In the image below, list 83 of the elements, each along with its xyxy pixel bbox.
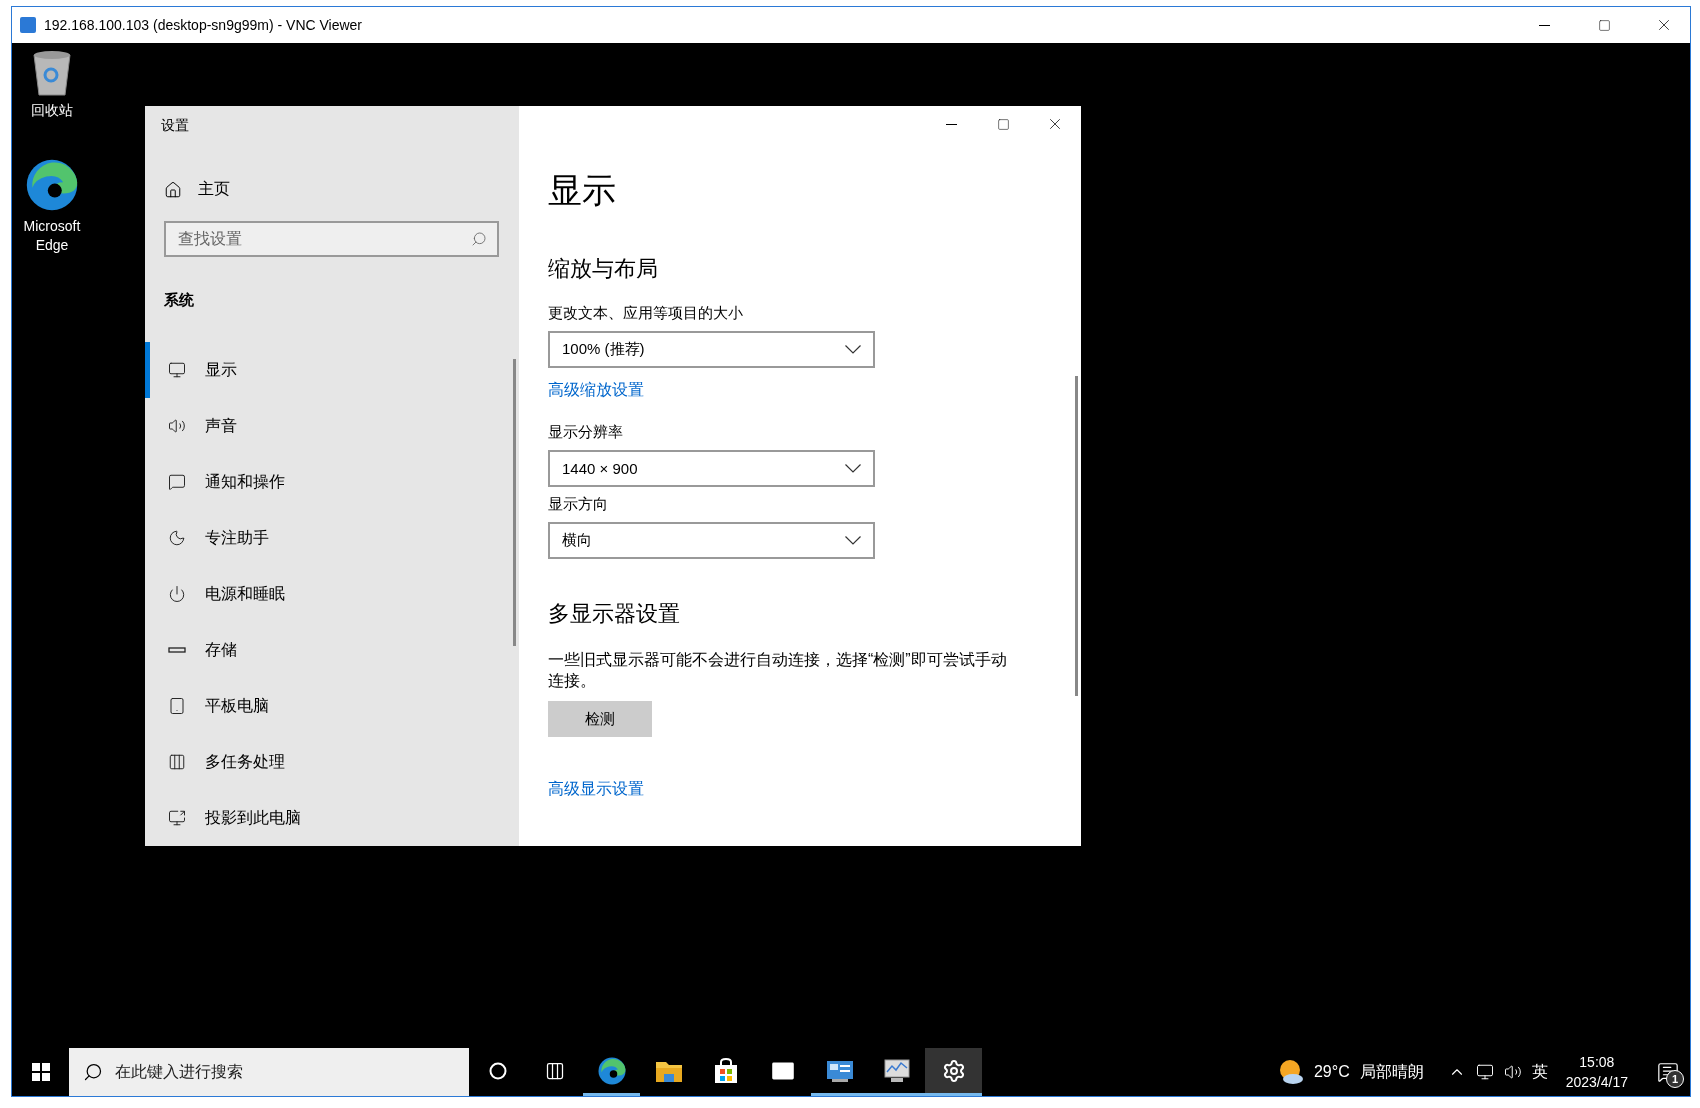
scrollbar[interactable] xyxy=(1075,376,1078,696)
viewer-logo-icon xyxy=(20,17,36,33)
nav-label: 电源和睡眠 xyxy=(205,583,285,604)
notification-badge: 1 xyxy=(1666,1070,1684,1088)
taskbar-search-field[interactable]: 在此键入进行搜索 xyxy=(69,1048,469,1096)
dropdown[interactable]: 横向 xyxy=(548,522,875,559)
speaker-icon xyxy=(168,417,186,435)
maximize-icon xyxy=(996,117,1010,131)
shopping-bag-icon xyxy=(712,1057,739,1084)
panels-icon xyxy=(168,753,186,771)
power-icon xyxy=(168,585,186,603)
nav-label: 专注助手 xyxy=(205,527,269,548)
search-icon xyxy=(471,231,487,247)
section-heading: 多显示器设置 xyxy=(548,600,681,628)
weather-temperature[interactable]: 29°C xyxy=(1313,1063,1350,1081)
control-panel-icon xyxy=(825,1058,854,1083)
tablet-icon xyxy=(168,697,186,715)
windows-logo-icon xyxy=(31,1063,50,1081)
clock-time: 15:08 xyxy=(1579,1053,1615,1072)
field-label: 更改文本、应用等项目的大小 xyxy=(548,304,744,323)
nav-label: 投影到此电脑 xyxy=(205,807,301,828)
section-heading: 缩放与布局 xyxy=(548,255,659,283)
nav-item[interactable]: 投影到此电脑 xyxy=(145,790,519,846)
nav-item[interactable]: 存储 xyxy=(145,622,519,678)
field-label: 显示方向 xyxy=(548,495,609,514)
nav-item[interactable]: 通知和操作 xyxy=(145,454,519,510)
home-icon xyxy=(164,180,182,199)
home-label: 主页 xyxy=(198,179,230,199)
scrollbar[interactable] xyxy=(513,359,516,646)
section-heading: 系统 xyxy=(164,291,195,310)
desktop-icon-label[interactable]: Microsoft Edge xyxy=(14,217,90,255)
search-field[interactable]: 查找设置 xyxy=(164,221,499,257)
settings-link[interactable]: 高级缩放设置 xyxy=(548,380,644,401)
page-title: 显示 xyxy=(548,170,617,211)
sun-cloud-icon xyxy=(1277,1059,1304,1085)
window-title: 192.168.100.103 (desktop-sn9g99m) - VNC Viewer xyxy=(44,17,364,33)
screen-share-icon xyxy=(168,809,186,827)
nav-label: 平板电脑 xyxy=(205,695,269,716)
settings-title: 设置 xyxy=(161,117,190,135)
taskbar-app-button[interactable] xyxy=(925,1048,982,1096)
chevron-icon xyxy=(845,464,861,473)
input-method-indicator[interactable]: 英 xyxy=(1531,1061,1548,1083)
network-icon[interactable] xyxy=(1475,1063,1494,1081)
nav-item[interactable]: 平板电脑 xyxy=(145,678,519,734)
nav-label: 存储 xyxy=(205,639,237,660)
desktop-icon-label[interactable]: 回收站 xyxy=(14,101,90,120)
chevron-icon xyxy=(845,536,861,545)
gear-icon xyxy=(941,1058,966,1083)
description-text: 一些旧式显示器可能不会进行自动连接，选择“检测”即可尝试手动连接。 xyxy=(548,650,1008,691)
message-icon xyxy=(1657,1061,1679,1083)
nav-label: 多任务处理 xyxy=(205,751,285,772)
field-label: 显示分辨率 xyxy=(548,423,624,442)
nav-label: 声音 xyxy=(205,415,237,436)
dropdown[interactable]: 100% (推荐) xyxy=(548,331,875,368)
maximize-icon xyxy=(1597,18,1611,32)
nav-label: 通知和操作 xyxy=(205,471,285,492)
settings-link[interactable]: 高级显示设置 xyxy=(548,779,644,800)
edge-logo-icon xyxy=(596,1055,627,1086)
search-icon xyxy=(83,1062,103,1082)
minimize-icon xyxy=(1538,24,1550,26)
nav-item[interactable]: 专注助手 xyxy=(145,510,519,566)
nav-item[interactable]: 声音 xyxy=(145,398,519,454)
performance-monitor-icon xyxy=(882,1057,911,1084)
chevron-icon xyxy=(845,345,861,354)
minimize-icon xyxy=(945,123,957,125)
home-nav-item[interactable]: 主页 xyxy=(164,178,519,201)
dropdown[interactable]: 1440 × 900 xyxy=(548,450,875,487)
monitor-icon xyxy=(168,361,186,379)
nav-item[interactable]: 电源和睡眠 xyxy=(145,566,519,622)
detect-button[interactable]: 检测 xyxy=(548,701,652,737)
edge-logo-icon xyxy=(24,157,80,213)
weather-condition[interactable]: 局部晴朗 xyxy=(1359,1061,1424,1083)
task-view-icon xyxy=(544,1060,565,1081)
nav-label: 显示 xyxy=(205,359,237,380)
speaker-icon[interactable] xyxy=(1503,1063,1522,1081)
notification-button[interactable]: 1 xyxy=(1646,1048,1690,1096)
moon-icon xyxy=(168,529,186,547)
trash-bin-icon[interactable] xyxy=(30,49,74,97)
speech-bubble-icon xyxy=(168,473,186,491)
clock-date: 2023/4/17 xyxy=(1565,1073,1628,1092)
nav-item[interactable]: 多任务处理 xyxy=(145,734,519,790)
circle-icon xyxy=(487,1060,508,1081)
clock[interactable]: 15:08 2023/4/17 xyxy=(1565,1052,1628,1092)
